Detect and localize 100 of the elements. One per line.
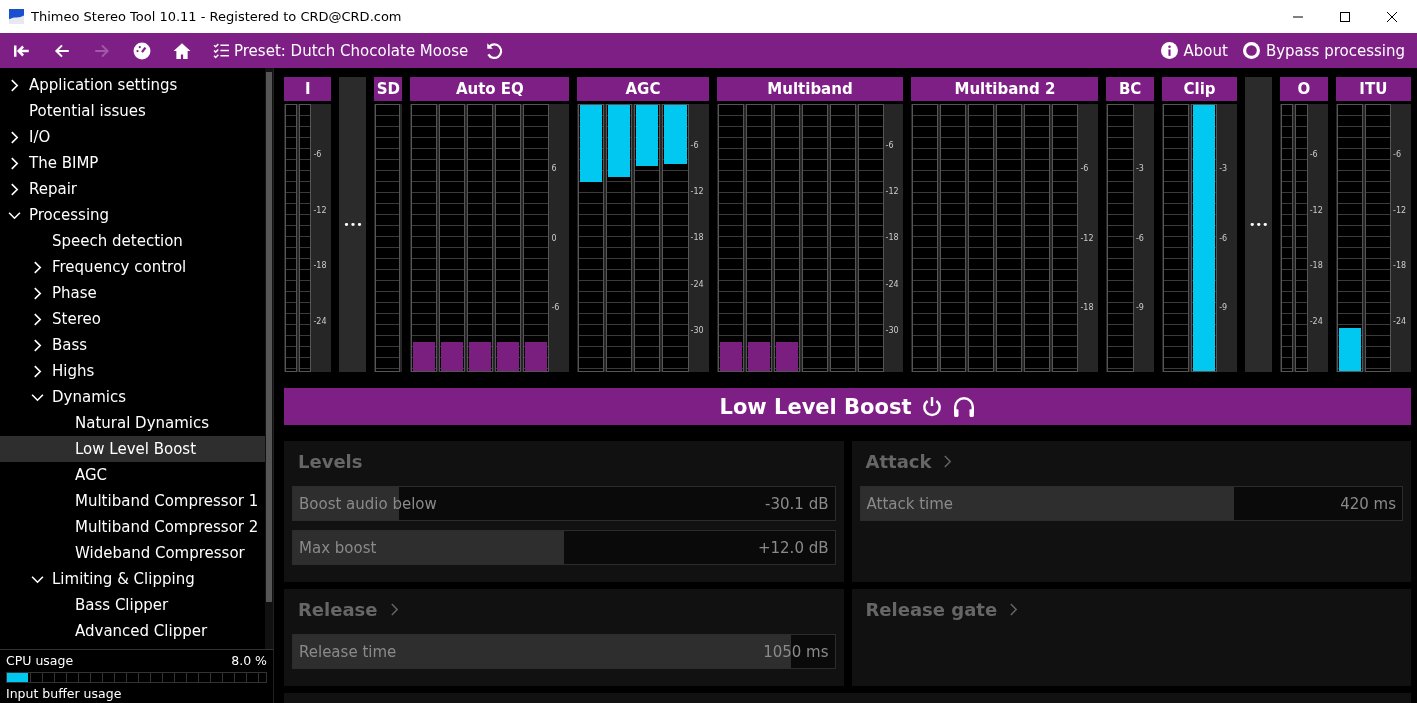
scale-label: -18 [1393, 261, 1408, 271]
scale-label: -12 [313, 205, 328, 215]
tree-item[interactable]: Advanced Clipper [0, 618, 265, 644]
headphones-icon[interactable] [953, 395, 976, 418]
meter-header[interactable]: Multiband [716, 77, 904, 101]
tree-item[interactable]: I/O [0, 124, 265, 150]
tree-item-label: Bass [52, 336, 88, 354]
power-icon[interactable] [921, 395, 944, 418]
chevron-right-icon[interactable] [943, 455, 953, 468]
slider-value: +12.0 dB [757, 538, 829, 557]
chevron-icon[interactable] [31, 364, 44, 378]
info-icon[interactable] [1160, 42, 1178, 59]
chevron-icon[interactable] [8, 156, 21, 170]
about-link[interactable]: About [1183, 41, 1228, 60]
tree-item[interactable]: Phase [0, 280, 265, 306]
tree-item-label: Advanced Clipper [75, 622, 208, 640]
home-icon[interactable] [173, 41, 191, 60]
meter-header[interactable]: Clip [1161, 77, 1238, 101]
slider[interactable]: Attack time 420 ms [859, 486, 1403, 521]
scale-label: -18 [1080, 302, 1095, 312]
more-button[interactable]: ••• [1245, 77, 1273, 372]
tree-item-label: Stereo [52, 310, 101, 328]
tree-item[interactable]: Limiting & Clipping [0, 566, 265, 592]
scale-label: 6 [551, 164, 558, 174]
tree-item[interactable]: Processing [0, 202, 265, 228]
close-icon[interactable] [1386, 10, 1398, 23]
scale-label: -6 [1135, 233, 1145, 243]
scrollbar-thumb[interactable] [266, 72, 272, 602]
app-icon [8, 9, 25, 24]
checklist-icon[interactable] [213, 42, 230, 59]
tree-item[interactable]: Bass Clipper [0, 592, 265, 618]
scale-label: -18 [1309, 261, 1324, 271]
tree-item-label: The BIMP [29, 154, 99, 172]
tree-item[interactable]: Natural Dynamics [0, 410, 265, 436]
meter-header[interactable]: Multiband 2 [911, 77, 1099, 101]
meter-header[interactable]: Auto EQ [410, 77, 570, 101]
tree-item-label: Repair [29, 180, 78, 198]
chevron-icon[interactable] [31, 286, 44, 300]
slider[interactable]: Max boost +12.0 dB [292, 530, 836, 565]
chevron-icon[interactable] [31, 260, 44, 274]
tree-item[interactable]: Repair [0, 176, 265, 202]
meter-header[interactable]: I [284, 77, 332, 101]
tree-item[interactable]: Multiband Compressor 2 [0, 514, 265, 540]
scale-label: -3 [1135, 164, 1145, 174]
meter-header[interactable]: ITU [1335, 77, 1411, 101]
tree-item[interactable]: Frequency control [0, 254, 265, 280]
tree-item[interactable]: The BIMP [0, 150, 265, 176]
undo-icon[interactable] [485, 41, 504, 60]
scale-label: -3 [1219, 164, 1229, 174]
slider-label: Max boost [299, 538, 377, 557]
slider[interactable]: Boost audio below -30.1 dB [292, 486, 836, 521]
chevron-right-icon[interactable] [1009, 603, 1019, 616]
gauge-icon[interactable] [133, 41, 151, 60]
scale-label: -6 [690, 141, 700, 151]
scale-label: -9 [1135, 302, 1145, 312]
slider-label: Release time [299, 642, 397, 661]
radio-icon[interactable] [1242, 42, 1260, 59]
scale-label: -6 [313, 150, 323, 160]
more-button[interactable]: ••• [339, 77, 367, 372]
tree-item-label: I/O [29, 128, 51, 146]
tree-item[interactable]: Low Level Boost [0, 436, 265, 462]
tree-item-label: Natural Dynamics [75, 414, 210, 432]
chevron-icon[interactable] [8, 78, 21, 92]
tree-item[interactable]: Speech detection [0, 228, 265, 254]
bypass-label[interactable]: Bypass processing [1265, 41, 1405, 60]
chevron-icon[interactable] [31, 338, 44, 352]
chevron-icon[interactable] [8, 182, 21, 196]
scale-label: -12 [885, 187, 900, 197]
tree-item[interactable]: Highs [0, 358, 265, 384]
scale-label: -30 [690, 325, 705, 335]
meter-header[interactable]: O [1280, 77, 1328, 101]
tree-item-label: Highs [52, 362, 95, 380]
tree-item-label: Phase [52, 284, 97, 302]
tree-item-label: Low Level Boost [75, 440, 196, 458]
tree-item[interactable]: Application settings [0, 72, 265, 98]
tree-item[interactable]: Potential issues [0, 98, 265, 124]
tree-item[interactable]: Multiband Compressor 1 [0, 488, 265, 514]
scale-label: -24 [885, 279, 900, 289]
tree-item[interactable]: Bass [0, 332, 265, 358]
tree-item[interactable]: Dynamics [0, 384, 265, 410]
scale-label: -24 [1393, 316, 1408, 326]
tree-item-label: Bass Clipper [75, 596, 169, 614]
meter-header[interactable]: AGC [577, 77, 709, 101]
meter-header[interactable]: BC [1106, 77, 1154, 101]
panel-title: Levels [298, 451, 363, 472]
slider[interactable]: Release time 1050 ms [292, 634, 836, 669]
preset-name[interactable]: Preset: Dutch Chocolate Moose [234, 41, 469, 60]
scale-label: -12 [1309, 205, 1324, 215]
meter-header[interactable]: SD [374, 77, 403, 101]
tree-item[interactable]: Wideband Compressor [0, 540, 265, 566]
window-title: Thimeo Stereo Tool 10.11 - Registered to CRD@CRD.com [31, 9, 402, 24]
scale-label: -6 [551, 302, 561, 312]
slider-value: 420 ms [1340, 494, 1396, 513]
maximize-icon[interactable] [1339, 10, 1351, 23]
chevron-right-icon[interactable] [389, 603, 399, 616]
scale-label: -9 [1219, 302, 1229, 312]
chevron-icon[interactable] [8, 130, 21, 144]
chevron-icon[interactable] [31, 312, 44, 326]
tree-item[interactable]: Stereo [0, 306, 265, 332]
tree-item[interactable]: AGC [0, 462, 265, 488]
